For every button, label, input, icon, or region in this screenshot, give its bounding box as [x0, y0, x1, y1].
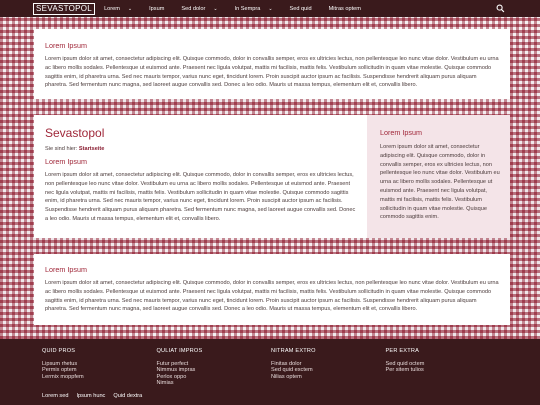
footer-link[interactable]: Nimias: [157, 380, 272, 386]
section-heading: Lorem Ipsum: [45, 265, 87, 274]
footer-column-title: PER EXTRA: [385, 348, 420, 354]
section-body-text: Lorem ipsum dolor sit amet, consectetur …: [45, 172, 356, 222]
footer-columns: QUID PROS Lipsum rhetus Permix optem Ler…: [42, 348, 500, 386]
footer-link[interactable]: Per sitem tulios: [386, 367, 501, 373]
footer-bottom-link[interactable]: Ipsum hunc: [76, 393, 105, 399]
section-heading: Lorem Ipsum: [45, 157, 87, 166]
footer-column-title: QULIAT IMPROS: [156, 348, 203, 354]
nav-item-label: Sed dolor: [181, 5, 206, 12]
top-navbar: SEVASTOPOL Lorem ⌄ Ipsum Sed dolor ⌄ In …: [0, 0, 540, 17]
footer-bottom-link[interactable]: Quid dextra: [113, 393, 142, 399]
chevron-down-icon: ⌄: [127, 5, 133, 12]
footer-bottom-links: Lorem sed Ipsum hunc Quid dextra: [42, 393, 150, 399]
footer-column: QULIAT IMPROS Futur perfect Nimmus impra…: [157, 348, 272, 386]
footer-bottom-link[interactable]: Lorem sed: [42, 393, 68, 399]
nav-item-label: Ipsum: [149, 5, 165, 12]
main-menu: Lorem ⌄ Ipsum Sed dolor ⌄ In Sempra ⌄ Se…: [104, 6, 378, 12]
footer-column-title: QUID PROS: [42, 348, 76, 354]
footer-column: PER EXTRA Sed quid octem Per sitem tulio…: [386, 348, 501, 386]
chevron-down-icon: ⌄: [268, 5, 273, 12]
sidebar-heading: Lorem Ipsum: [380, 128, 422, 137]
chevron-down-icon: ⌄: [213, 5, 218, 12]
nav-item-in-sempra[interactable]: In Sempra ⌄: [235, 6, 273, 12]
page-title: Sevastopol: [45, 126, 105, 140]
nav-item-sed-dolor[interactable]: Sed dolor ⌄: [181, 6, 217, 12]
nav-item-lorem[interactable]: Lorem ⌄: [104, 6, 132, 12]
breadcrumb: Sie sind hier: Startseite: [45, 146, 356, 152]
section-heading: Lorem Ipsum: [45, 41, 87, 50]
footer-link[interactable]: Nilias optem: [271, 374, 386, 380]
footer-column: NITRAM EXTRO Finitas dolor Sed quid exct…: [271, 348, 386, 386]
section-body-text: Lorem ipsum dolor sit amet, consectetur …: [45, 280, 499, 313]
sidebar-body-text: Lorem ipsum dolor sit amet, consectetur …: [380, 144, 500, 221]
footer: QUID PROS Lipsum rhetus Permix optem Ler…: [0, 339, 540, 405]
intro-section: Lorem Ipsum Lorem ipsum dolor sit amet, …: [34, 29, 510, 99]
footer-column: QUID PROS Lipsum rhetus Permix optem Ler…: [42, 348, 157, 386]
nav-item-label: Sed quid: [289, 5, 312, 12]
nav-item-label: Mitras optem: [328, 5, 361, 12]
breadcrumb-prefix: Sie sind hier:: [45, 146, 78, 152]
nav-item-label: In Sempra: [234, 5, 261, 12]
section-body-text: Lorem ipsum dolor sit amet, consectetur …: [45, 56, 499, 89]
footer-column-title: NITRAM EXTRO: [271, 348, 316, 354]
search-icon[interactable]: [496, 4, 505, 13]
nav-item-sed-quid[interactable]: Sed quid: [290, 6, 312, 12]
site-logo[interactable]: SEVASTOPOL: [33, 2, 96, 15]
footer-link[interactable]: Lermix moppfem: [42, 374, 157, 380]
nav-item-mitras-optem[interactable]: Mitras optem: [329, 6, 361, 12]
nav-item-ipsum[interactable]: Ipsum: [149, 6, 164, 12]
nav-item-label: Lorem: [104, 5, 120, 12]
main-content: Sevastopol Sie sind hier: Startseite Lor…: [34, 115, 367, 238]
breadcrumb-link-home[interactable]: Startseite: [79, 146, 105, 152]
sidebar: Lorem Ipsum Lorem ipsum dolor sit amet, …: [367, 115, 510, 238]
lower-section: Lorem Ipsum Lorem ipsum dolor sit amet, …: [34, 254, 510, 325]
